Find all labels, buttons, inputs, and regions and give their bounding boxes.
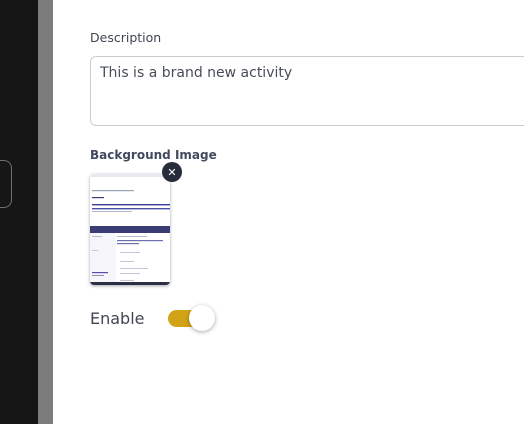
sidebar-active-item-outline[interactable] bbox=[0, 160, 12, 208]
remove-image-button[interactable]: ✕ bbox=[162, 162, 182, 182]
description-label: Description bbox=[90, 30, 162, 45]
modal-overlay-strip bbox=[38, 0, 53, 424]
enable-toggle[interactable] bbox=[167, 304, 217, 332]
toggle-knob[interactable] bbox=[189, 305, 215, 331]
description-field[interactable]: This is a brand new activity bbox=[90, 56, 524, 126]
enable-label: Enable bbox=[90, 309, 145, 328]
close-icon: ✕ bbox=[167, 165, 177, 179]
background-image-thumbnail[interactable] bbox=[90, 174, 170, 285]
background-image-label: Background Image bbox=[90, 148, 217, 162]
thumbnail-screenshot-image bbox=[90, 174, 170, 285]
sidebar-background bbox=[0, 0, 38, 424]
